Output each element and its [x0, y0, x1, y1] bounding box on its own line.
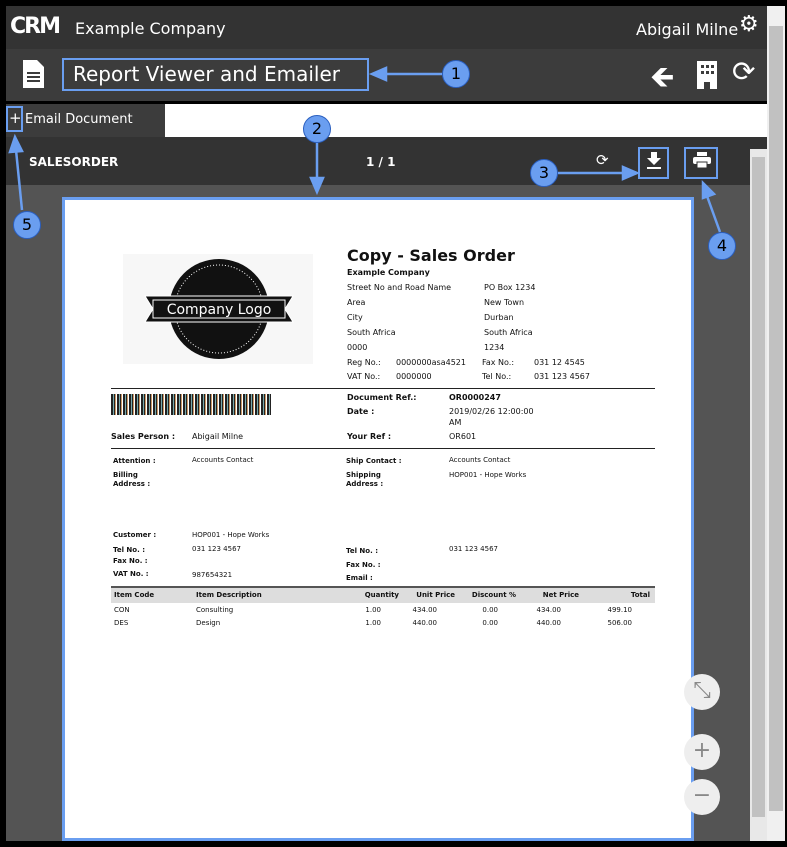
- annotation-arrows: [8, 66, 722, 233]
- annotation-marker: 4: [708, 232, 736, 260]
- annotation-marker: 3: [530, 159, 558, 187]
- annotation-marker: 1: [442, 60, 470, 88]
- annotation-marker: 2: [303, 115, 331, 143]
- annotation-marker: 5: [13, 211, 41, 239]
